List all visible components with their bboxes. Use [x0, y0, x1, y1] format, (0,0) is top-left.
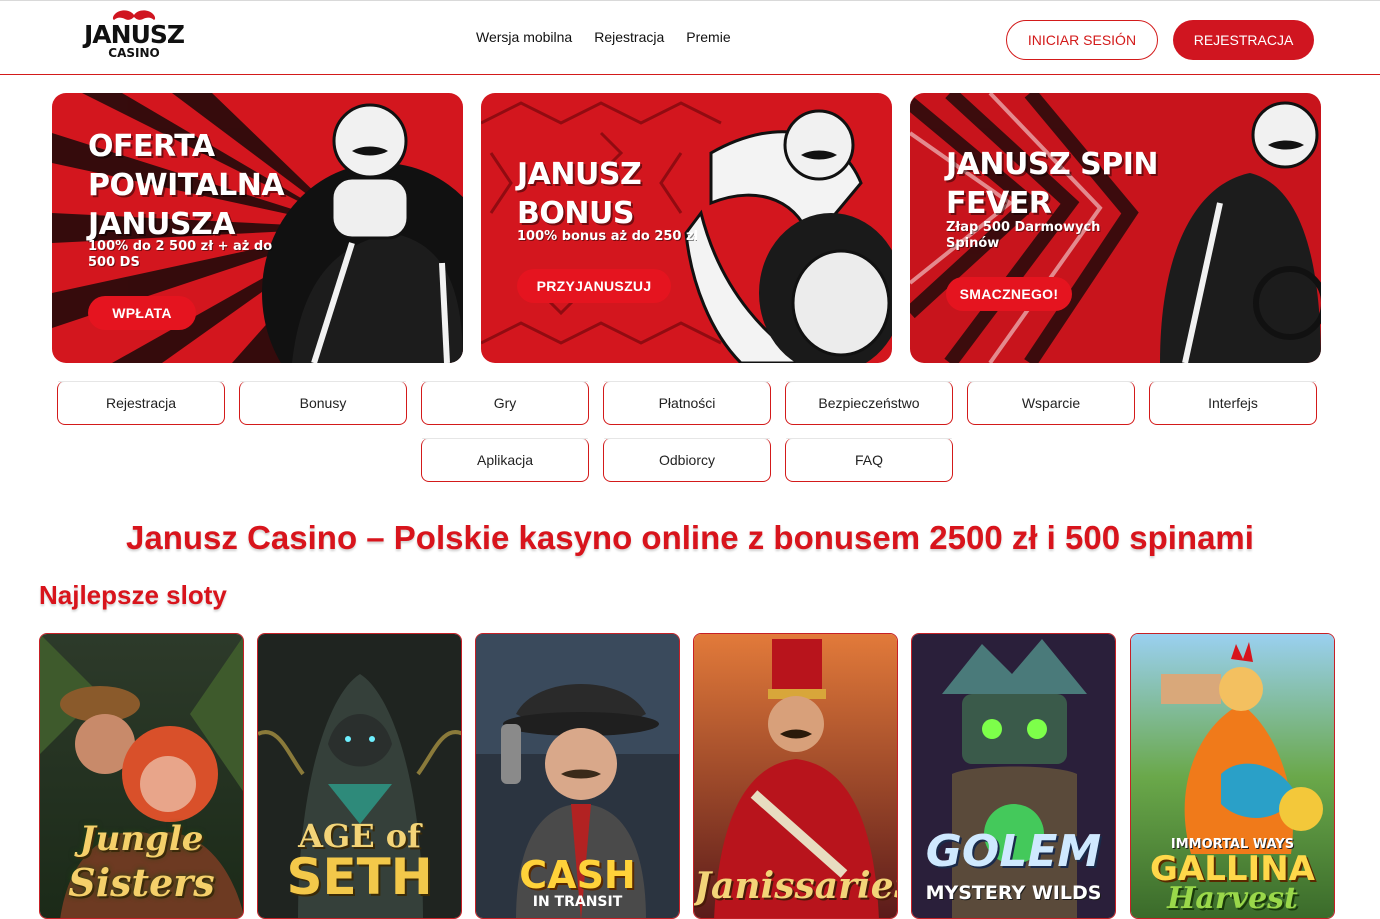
slot-title-line2: MYSTERY WILDS: [925, 882, 1102, 904]
nav-registration[interactable]: Rejestracja: [594, 29, 664, 45]
banner-spin-title: JANUSZ SPIN FEVER: [946, 147, 1159, 221]
slot-title-line3: Harvest: [1167, 881, 1298, 916]
slot-title-line2: IN TRANSIT: [532, 894, 623, 910]
tab-interface[interactable]: Interfejs: [1149, 381, 1317, 425]
slot-title-line2: JanissarieS: [694, 865, 898, 907]
site-header: JANUSZ CASINO Wersja mobilna Rejestracja…: [0, 0, 1380, 75]
best-slots-heading: Najlepsze sloty: [39, 580, 227, 610]
slot-card-gallina-harvest[interactable]: IMMORTAL WAYS GALLINA Harvest: [1130, 633, 1335, 919]
page-title: Janusz Casino – Polskie kasyno online z …: [126, 519, 1254, 556]
banner-spin-subtitle: Złap 500 Darmowych Spinów: [946, 220, 1101, 251]
banner-bonus-subtitle: 100% bonus aż do 250 zł: [517, 229, 697, 244]
tab-games[interactable]: Gry: [421, 381, 589, 425]
tab-audience[interactable]: Odbiorcy: [603, 438, 771, 482]
slot-card-janissaries[interactable]: JanissarieS: [693, 633, 898, 919]
banner-spin-fever[interactable]: JANUSZ SPIN FEVER Złap 500 Darmowych Spi…: [910, 93, 1321, 363]
main-nav: Wersja mobilna Rejestracja Premie: [476, 29, 731, 45]
janusz-casino-logo[interactable]: JANUSZ CASINO: [84, 9, 185, 69]
banner-welcome-offer[interactable]: OFERTA POWITALNA JANUSZA 100% do 2 500 z…: [52, 93, 463, 363]
slot-title-line2: Sisters: [68, 860, 215, 905]
banner-welcome-subtitle: 100% do 2 500 zł + aż do 500 DS: [88, 239, 273, 270]
deposit-button[interactable]: WPŁATA: [88, 296, 196, 330]
slot-card-golem[interactable]: GOLEM MYSTERY WILDS: [911, 633, 1116, 919]
banner-bonus-title: JANUSZ BONUS: [517, 157, 642, 231]
nav-mobile-version[interactable]: Wersja mobilna: [476, 29, 572, 45]
register-button[interactable]: REJESTRACJA: [1173, 20, 1314, 60]
slot-title-line2: SETH: [286, 848, 433, 906]
tab-security[interactable]: Bezpieczeństwo: [785, 381, 953, 425]
smacznego-button[interactable]: SMACZNEGO!: [946, 277, 1072, 311]
tab-bonuses[interactable]: Bonusy: [239, 381, 407, 425]
slot-title-line1: Jungle: [79, 819, 204, 859]
login-button[interactable]: INICIAR SESIÓN: [1006, 20, 1158, 60]
tab-payments[interactable]: Płatności: [603, 381, 771, 425]
slot-title-line1: CASH: [519, 853, 636, 897]
banner-welcome-title: OFERTA POWITALNA JANUSZA: [88, 129, 285, 242]
nav-bonuses[interactable]: Premie: [686, 29, 730, 45]
slot-title-line1: GOLEM: [925, 826, 1102, 877]
banner-janusz-bonus[interactable]: JANUSZ BONUS 100% bonus aż do 250 zł PRZ…: [481, 93, 892, 363]
logo-brand: JANUSZ: [84, 20, 185, 49]
tab-registration[interactable]: Rejestracja: [57, 381, 225, 425]
slot-card-cash-in-transit[interactable]: CASH IN TRANSIT: [475, 633, 680, 919]
przyjanuszuj-button[interactable]: PRZYJANUSZUJ: [517, 269, 671, 303]
tab-faq[interactable]: FAQ: [785, 438, 953, 482]
slot-card-jungle-sisters[interactable]: Jungle Sisters: [39, 633, 244, 919]
slot-card-age-of-seth[interactable]: AGE of SETH: [257, 633, 462, 919]
tab-support[interactable]: Wsparcie: [967, 381, 1135, 425]
tab-app[interactable]: Aplikacja: [421, 438, 589, 482]
